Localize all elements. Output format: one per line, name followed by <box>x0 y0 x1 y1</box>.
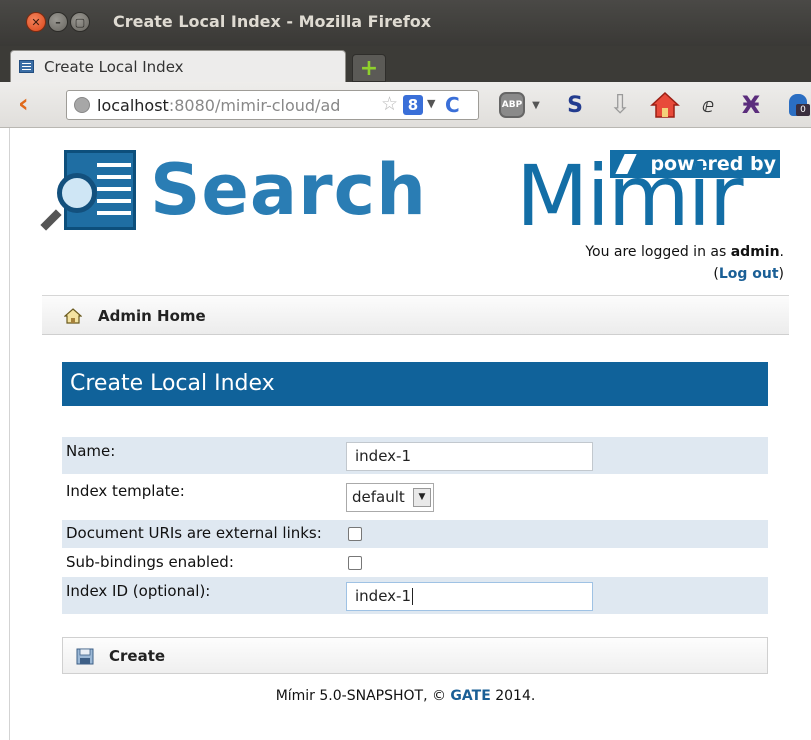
home-icon[interactable] <box>648 90 682 120</box>
new-tab-button[interactable]: + <box>352 54 386 82</box>
minimize-icon: – <box>55 15 61 29</box>
login-prefix: You are logged in as <box>585 244 731 260</box>
docuri-checkbox[interactable] <box>348 527 362 541</box>
logo-text: Search <box>150 149 427 231</box>
indexid-value: index-1 <box>355 587 411 605</box>
admin-home-bar[interactable]: Admin Home <box>42 295 789 335</box>
close-icon: ✕ <box>31 15 41 29</box>
page-content: Search powered by Mimir You are logged i… <box>0 128 811 740</box>
admin-home-link[interactable]: Admin Home <box>98 307 206 325</box>
back-button[interactable]: ‹ <box>18 91 38 117</box>
s-icon[interactable]: S <box>562 90 588 120</box>
extension-badge: 0 <box>796 104 810 116</box>
docuri-label: Document URIs are external links: <box>66 524 322 542</box>
tab-create-local-index[interactable]: Create Local Index <box>10 50 346 82</box>
xpath-icon[interactable]: Ӿ <box>734 90 768 120</box>
tab-strip: Create Local Index + <box>0 46 811 82</box>
subbindings-checkbox[interactable] <box>348 556 362 570</box>
window-maximize-button[interactable]: ▢ <box>70 12 90 32</box>
chevron-down-icon[interactable]: ▼ <box>427 97 435 110</box>
logout-link[interactable]: Log out <box>719 266 779 282</box>
indexid-field[interactable]: index-1 <box>346 582 593 611</box>
chevron-down-icon[interactable]: ▼ <box>530 90 542 120</box>
window-minimize-button[interactable]: – <box>48 12 68 32</box>
subbind-label: Sub-bindings enabled: <box>66 553 234 571</box>
indexid-label: Index ID (optional): <box>66 582 211 600</box>
form-row-template: Index template: default ▼ <box>62 474 768 520</box>
tab-label: Create Local Index <box>44 58 184 76</box>
url-bar[interactable]: localhost:8080/mimir-cloud/ad ☆ 8 ▼ C <box>66 90 479 120</box>
logout-close-paren: ) <box>778 266 784 282</box>
template-label: Index template: <box>66 482 185 500</box>
footer-prefix: Mímir 5.0-SNAPSHOT, © <box>275 688 451 704</box>
name-label: Name: <box>66 442 116 460</box>
logout-line: (Log out) <box>713 266 784 282</box>
page-border <box>9 128 10 740</box>
search-document-icon <box>40 150 136 231</box>
text-caret <box>412 588 413 605</box>
section-title: Create Local Index <box>62 362 768 406</box>
home-icon <box>64 308 82 324</box>
download-icon[interactable]: ⇩ <box>606 90 634 120</box>
footer: Mímir 5.0-SNAPSHOT, © GATE 2014. <box>0 688 811 704</box>
chevron-down-icon: ▼ <box>413 488 431 507</box>
create-button[interactable]: Create <box>62 637 768 674</box>
form-row-indexid: Index ID (optional): index-1 <box>62 577 768 614</box>
login-status: You are logged in as admin. <box>585 244 784 260</box>
navigation-toolbar: ‹ localhost:8080/mimir-cloud/ad ☆ 8 ▼ C … <box>0 82 811 128</box>
footer-suffix: 2014. <box>490 688 536 704</box>
form-row-name: Name: index-1 <box>62 437 768 474</box>
cookie-icon[interactable]: ⅇ <box>696 90 720 120</box>
mimir-logo[interactable]: powered by Mimir <box>516 147 780 245</box>
create-index-form: Name: index-1 Index template: default ▼ … <box>62 437 768 614</box>
maximize-icon: ▢ <box>74 15 86 29</box>
create-label: Create <box>109 647 166 665</box>
magnifier-icon <box>57 173 97 213</box>
form-row-subbindings: Sub-bindings enabled: <box>62 548 768 577</box>
globe-icon <box>74 97 90 113</box>
url-path: :8080/mimir-cloud/ad <box>168 96 341 115</box>
window-titlebar: ✕ – ▢ Create Local Index - Mozilla Firef… <box>0 0 811 46</box>
page-icon <box>19 60 34 73</box>
login-suffix: . <box>779 244 784 260</box>
login-user: admin <box>730 244 780 260</box>
search-logo[interactable]: Search <box>40 146 446 236</box>
url-text[interactable]: localhost:8080/mimir-cloud/ad <box>97 96 340 115</box>
save-icon <box>76 648 94 665</box>
url-host: localhost <box>97 96 169 115</box>
abp-badge: ABP <box>499 92 525 118</box>
template-selected-value: default <box>352 488 405 506</box>
reload-icon[interactable]: C <box>445 93 460 117</box>
form-row-docuri: Document URIs are external links: <box>62 520 768 548</box>
brand-text: Mimir <box>516 147 744 245</box>
plus-icon: + <box>359 55 379 81</box>
adblock-plus-icon[interactable]: ABP <box>498 90 526 120</box>
window-close-button[interactable]: ✕ <box>26 12 46 32</box>
template-select[interactable]: default ▼ <box>346 483 434 512</box>
bookmark-star-icon[interactable]: ☆ <box>381 93 398 115</box>
extension-icon[interactable]: 0 <box>784 90 811 120</box>
window-title: Create Local Index - Mozilla Firefox <box>113 12 432 31</box>
gate-link[interactable]: GATE <box>450 688 490 704</box>
name-field[interactable]: index-1 <box>346 442 593 471</box>
search-engine-icon[interactable]: 8 <box>403 95 423 115</box>
